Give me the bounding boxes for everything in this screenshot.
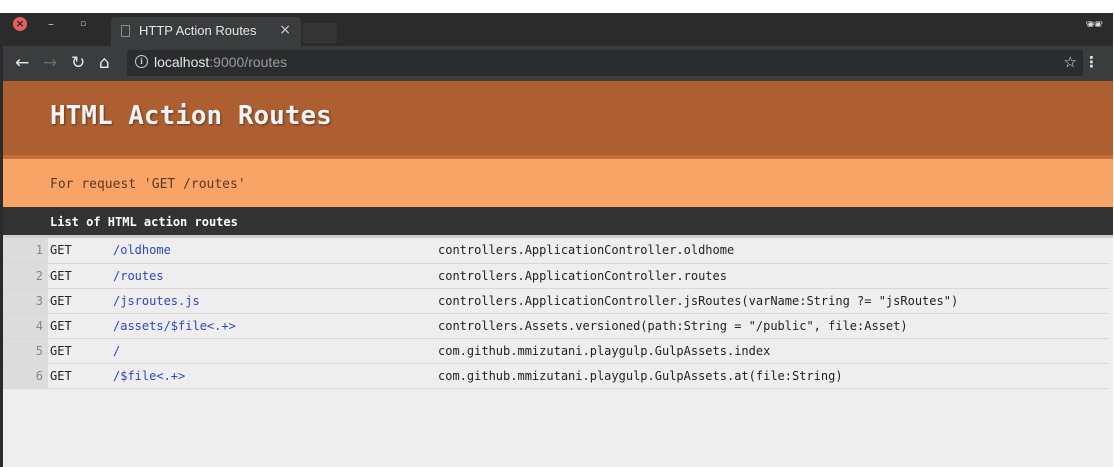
- route-path-link[interactable]: /: [113, 338, 438, 364]
- route-row: 6 GET/$file<.+> com.github.mmizutani.playg…: [3, 363, 1109, 389]
- back-icon[interactable]: ←: [15, 53, 29, 73]
- tab-title: HTTP Action Routes: [139, 23, 257, 38]
- browser-window: × – ▫ HTTP Action Routes × 🕶 ← → ↻ ⌂ i l…: [0, 13, 1113, 467]
- route-path-link[interactable]: /assets/$file<.+>: [113, 313, 438, 339]
- route-path-link[interactable]: /$file<.+>: [113, 363, 438, 389]
- route-action: controllers.ApplicationController.routes: [438, 263, 1109, 289]
- route-row: 1 GET/oldhome controllers.ApplicationContr…: [3, 238, 1109, 264]
- route-action: com.github.mmizutani.playgulp.GulpAssets…: [438, 363, 1109, 389]
- window-minimize-icon[interactable]: –: [44, 17, 58, 31]
- address-bar[interactable]: i localhost:9000/routes ☆: [127, 50, 1083, 76]
- page-icon: [121, 25, 130, 37]
- routes-list-title: List of HTML action routes: [50, 215, 238, 229]
- route-verb: GET: [48, 313, 113, 339]
- menu-icon[interactable]: ⋮: [1084, 53, 1099, 71]
- route-line-number: 6: [3, 363, 48, 389]
- tab-close-icon[interactable]: ×: [279, 22, 291, 38]
- route-verb: GET: [48, 288, 113, 314]
- route-path-link[interactable]: /jsroutes.js: [113, 288, 438, 314]
- url-host: localhost: [154, 54, 210, 70]
- route-verb: GET: [48, 238, 113, 264]
- page-header: HTML Action Routes: [3, 81, 1113, 159]
- forward-icon[interactable]: →: [43, 53, 57, 73]
- page-title: HTML Action Routes: [50, 101, 332, 131]
- route-row: 3 GET/jsroutes.js controllers.ApplicationC…: [3, 288, 1109, 314]
- home-icon[interactable]: ⌂: [99, 53, 110, 73]
- route-path-link[interactable]: /oldhome: [113, 238, 438, 264]
- reload-icon[interactable]: ↻: [71, 53, 85, 73]
- url-text[interactable]: localhost:9000/routes: [154, 54, 287, 70]
- incognito-icon: 🕶: [1085, 17, 1103, 33]
- route-row: 2 GET/routes controllers.ApplicationContro…: [3, 263, 1109, 289]
- route-path-link[interactable]: /routes: [113, 263, 438, 289]
- request-banner: For request 'GET /routes': [3, 159, 1113, 207]
- page-content: HTML Action Routes For request 'GET /rou…: [3, 81, 1113, 467]
- bookmark-star-icon[interactable]: ☆: [1064, 53, 1077, 71]
- route-action: controllers.ApplicationController.oldhom…: [438, 238, 1109, 264]
- tab-strip: × – ▫ HTTP Action Routes × 🕶: [3, 13, 1113, 46]
- browser-toolbar: ← → ↻ ⌂ i localhost:9000/routes ☆ ⋮: [3, 46, 1113, 81]
- window-maximize-icon[interactable]: ▫: [76, 17, 90, 31]
- route-action: com.github.mmizutani.playgulp.GulpAssets…: [438, 338, 1109, 364]
- route-action: controllers.ApplicationController.jsRout…: [438, 288, 1109, 314]
- route-line-number: 2: [3, 263, 48, 289]
- route-line-number: 1: [3, 238, 48, 264]
- browser-tab[interactable]: HTTP Action Routes ×: [111, 17, 301, 46]
- route-verb: GET: [48, 338, 113, 364]
- url-path: :9000/routes: [209, 54, 288, 70]
- route-verb: GET: [48, 363, 113, 389]
- route-line-number: 5: [3, 338, 48, 364]
- route-row: 4 GET/assets/$file<.+> controllers.Assets.…: [3, 313, 1109, 339]
- request-text: For request 'GET /routes': [50, 177, 246, 192]
- route-line-number: 3: [3, 288, 48, 314]
- new-tab-button[interactable]: [303, 23, 337, 43]
- route-verb: GET: [48, 263, 113, 289]
- routes-table: 1 GET/oldhome controllers.ApplicationContr…: [3, 238, 1109, 389]
- routes-list-header: List of HTML action routes: [3, 207, 1113, 238]
- route-action: controllers.Assets.versioned(path:String…: [438, 313, 1109, 339]
- window-close-icon[interactable]: ×: [13, 17, 27, 31]
- route-row: 5 GET / com.github.mmizutani.playgulp.GulpA…: [3, 338, 1109, 364]
- info-icon[interactable]: i: [135, 55, 148, 68]
- route-line-number: 4: [3, 313, 48, 339]
